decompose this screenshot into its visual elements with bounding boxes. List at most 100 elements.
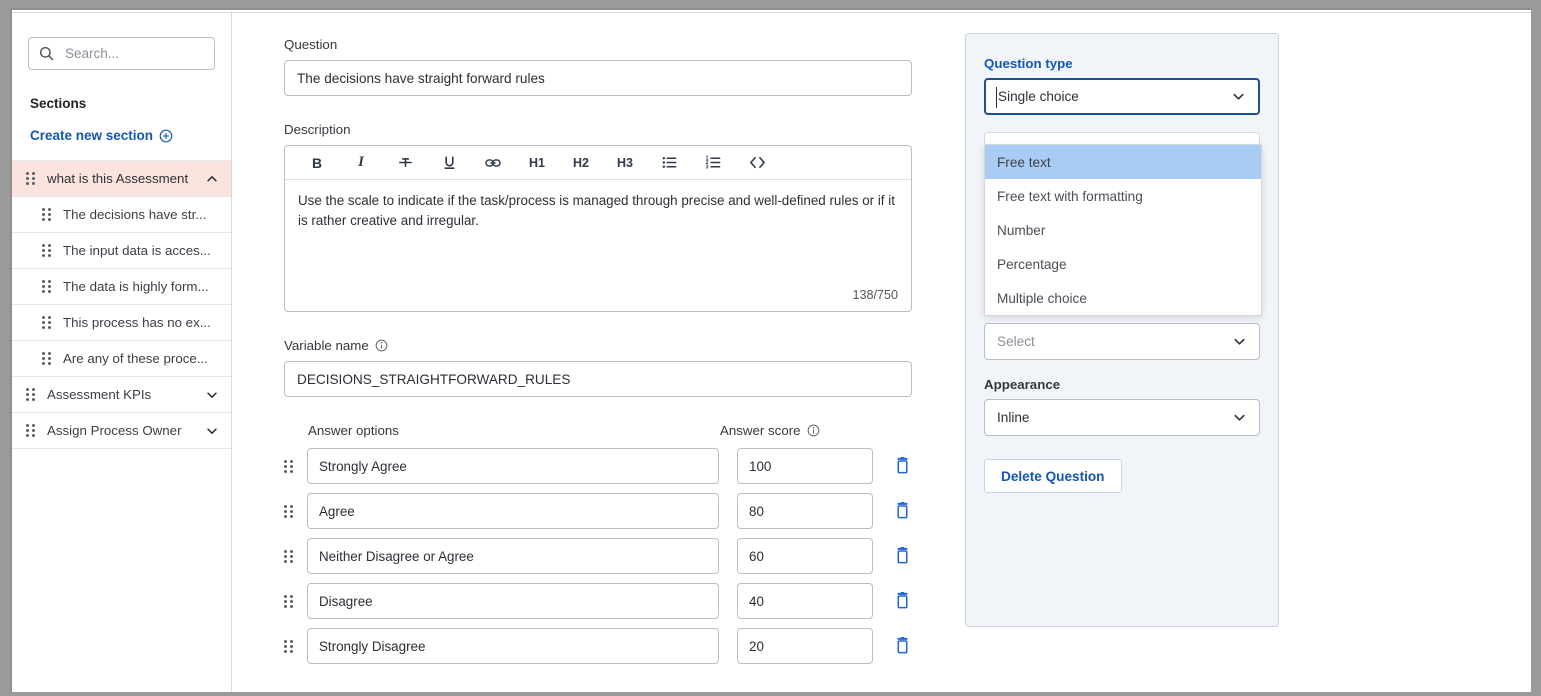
underline-icon[interactable] [427, 147, 471, 179]
bullet-list-icon[interactable] [647, 147, 691, 179]
question-type-option[interactable]: Free text [985, 145, 1261, 179]
description-text[interactable]: Use the scale to indicate if the task/pr… [285, 180, 911, 279]
sidebar-section-item[interactable]: The decisions have str... [12, 196, 231, 233]
drag-handle-icon[interactable] [26, 424, 35, 437]
drag-handle-icon[interactable] [26, 388, 35, 401]
sidebar-section-item[interactable]: The data is highly form... [12, 268, 231, 305]
variable-name-label-text: Variable name [284, 338, 369, 353]
create-new-section-link[interactable]: Create new section [30, 128, 173, 143]
sections-sidebar: Sections Create new section what is this… [12, 13, 232, 692]
heading-1-icon[interactable]: H1 [515, 147, 559, 179]
answer-option-input[interactable] [307, 448, 719, 484]
sidebar-section-label: Are any of these proce... [63, 351, 208, 366]
link-icon[interactable] [471, 147, 515, 179]
drag-handle-icon[interactable] [284, 459, 293, 473]
info-icon[interactable] [375, 339, 388, 352]
question-type-option[interactable]: Multiple choice [985, 281, 1261, 315]
answer-score-input[interactable] [737, 493, 873, 529]
answer-score-header-group: Answer score [720, 423, 820, 438]
chevron-down-icon[interactable] [205, 424, 219, 438]
code-icon[interactable] [735, 147, 779, 179]
description-editor: B I H1 H2 H3 1 2 3 Use the scale to indicate if… [284, 145, 912, 312]
strikethrough-icon[interactable] [383, 147, 427, 179]
search-icon [39, 46, 54, 61]
answer-option-row [284, 448, 1531, 484]
question-input[interactable] [284, 60, 912, 96]
sidebar-section-item[interactable]: This process has no ex... [12, 304, 231, 341]
delete-answer-icon[interactable] [891, 500, 913, 522]
drag-handle-icon[interactable] [42, 208, 51, 221]
search-box[interactable] [28, 37, 215, 70]
question-type-option[interactable]: Percentage [985, 247, 1261, 281]
drag-handle-icon[interactable] [284, 549, 293, 563]
bold-icon[interactable]: B [295, 147, 339, 179]
sections-heading: Sections [30, 96, 87, 111]
answer-score-input[interactable] [737, 628, 873, 664]
drag-handle-icon[interactable] [42, 316, 51, 329]
drag-handle-icon[interactable] [284, 639, 293, 653]
variable-name-input[interactable] [284, 361, 912, 397]
answer-option-input[interactable] [307, 538, 719, 574]
sidebar-section-item[interactable]: what is this Assessment [12, 160, 231, 197]
variable-name-field-group: Variable name [284, 338, 1531, 397]
heading-2-icon[interactable]: H2 [559, 147, 603, 179]
answer-options-list [284, 448, 1531, 664]
drag-handle-icon[interactable] [42, 244, 51, 257]
question-type-value: Single choice [998, 89, 1079, 104]
variable-name-label: Variable name [284, 338, 1531, 353]
drag-handle-icon[interactable] [42, 352, 51, 365]
heading-3-icon[interactable]: H3 [603, 147, 647, 179]
question-type-option[interactable]: Free text with formatting [985, 179, 1261, 213]
question-type-dropdown: Free text Free text with formatting Number… [984, 144, 1262, 316]
sidebar-section-label: The input data is acces... [63, 243, 211, 258]
drag-handle-icon[interactable] [26, 172, 35, 185]
sidebar-section-item[interactable]: Assessment KPIs [12, 376, 231, 413]
answer-option-row [284, 538, 1531, 574]
sidebar-section-label: This process has no ex... [63, 315, 211, 330]
delete-answer-icon[interactable] [891, 545, 913, 567]
answer-table-header: Answer options Answer score [284, 423, 1531, 438]
sidebar-section-item[interactable]: The input data is acces... [12, 232, 231, 269]
delete-answer-icon[interactable] [891, 635, 913, 657]
delete-question-button[interactable]: Delete Question [984, 459, 1122, 493]
chevron-down-icon [1232, 334, 1247, 349]
sidebar-section-label: Assessment KPIs [47, 387, 152, 402]
sidebar-section-label: The decisions have str... [63, 207, 207, 222]
drag-handle-icon[interactable] [284, 594, 293, 608]
answer-score-info-icon[interactable] [807, 424, 820, 437]
create-new-section-label: Create new section [30, 128, 154, 143]
sidebar-section-item[interactable]: Are any of these proce... [12, 340, 231, 377]
sensitive-information-value: Select [997, 334, 1035, 349]
character-counter: 138/750 [852, 288, 898, 302]
answer-option-row [284, 583, 1531, 619]
answer-option-input[interactable] [307, 493, 719, 529]
sidebar-section-item[interactable]: Assign Process Owner [12, 412, 231, 449]
ordered-list-icon[interactable]: 123 [691, 147, 735, 179]
appearance-select[interactable]: Inline [984, 399, 1260, 436]
italic-icon[interactable]: I [339, 147, 383, 179]
question-type-group: Question type Single choice [984, 56, 1260, 115]
sidebar-section-label: what is this Assessment [47, 171, 189, 186]
question-type-label: Question type [984, 56, 1073, 71]
question-type-select[interactable]: Single choice [984, 78, 1260, 115]
appearance-group: Appearance Inline [984, 377, 1260, 436]
section-list: what is this Assessment The decisions hav… [12, 160, 231, 449]
search-input[interactable] [63, 45, 204, 62]
chevron-down-icon [1232, 410, 1247, 425]
answer-score-input[interactable] [737, 538, 873, 574]
answer-option-input[interactable] [307, 583, 719, 619]
drag-handle-icon[interactable] [284, 504, 293, 518]
answer-score-input[interactable] [737, 583, 873, 619]
answer-score-header: Answer score [720, 423, 801, 438]
chevron-up-icon[interactable] [205, 172, 219, 186]
sensitive-information-select[interactable]: Select [984, 323, 1260, 360]
appearance-label: Appearance [984, 377, 1061, 392]
sidebar-section-label: Assign Process Owner [47, 423, 182, 438]
answer-option-input[interactable] [307, 628, 719, 664]
chevron-down-icon[interactable] [205, 388, 219, 402]
delete-answer-icon[interactable] [891, 455, 913, 477]
question-type-option[interactable]: Number [985, 213, 1261, 247]
drag-handle-icon[interactable] [42, 280, 51, 293]
delete-answer-icon[interactable] [891, 590, 913, 612]
answer-score-input[interactable] [737, 448, 873, 484]
